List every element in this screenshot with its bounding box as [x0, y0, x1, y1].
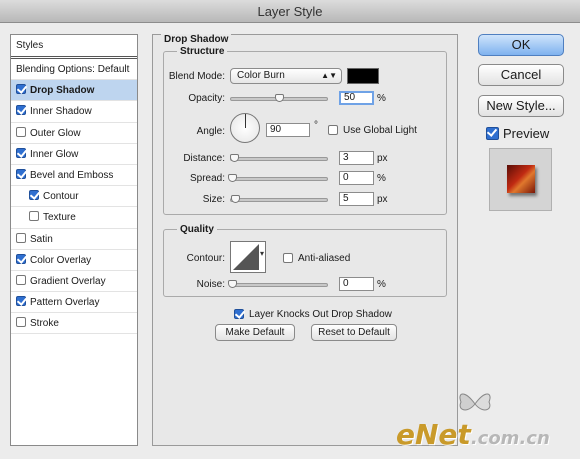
sidebar-item-label: Inner Shadow — [30, 106, 92, 118]
watermark-brand: eNet — [396, 418, 471, 451]
size-label: Size: — [202, 194, 225, 205]
panel-title: Drop Shadow — [161, 34, 232, 45]
sidebar-item-checkbox[interactable] — [16, 317, 26, 328]
sidebar-item-styles[interactable]: Styles — [11, 35, 137, 59]
size-unit: px — [377, 194, 388, 205]
spread-slider[interactable] — [230, 177, 328, 181]
cancel-button[interactable]: Cancel — [478, 64, 564, 86]
blend-mode-value: Color Burn — [237, 70, 285, 81]
preview-checkbox[interactable] — [486, 127, 499, 140]
distance-label: Distance: — [183, 153, 225, 164]
sidebar-item-label: Bevel and Emboss — [30, 169, 114, 181]
blend-mode-select[interactable]: Color Burn ▲▼ — [230, 68, 342, 84]
sidebar-item-checkbox[interactable] — [16, 232, 26, 243]
new-style-button[interactable]: New Style... — [478, 95, 564, 117]
contour-curve-icon: ▾ — [233, 244, 264, 270]
window-title: Layer Style — [0, 0, 580, 23]
ok-button[interactable]: OK — [478, 34, 564, 56]
quality-title: Quality — [177, 224, 217, 235]
sidebar-item-outer-glow[interactable]: Outer Glow — [11, 123, 137, 144]
sidebar-item-drop-shadow[interactable]: Drop Shadow — [11, 80, 137, 102]
size-input[interactable]: 5 — [339, 192, 374, 206]
sidebar-item-label: Styles — [16, 40, 44, 51]
sidebar-item-pattern-overlay[interactable]: Pattern Overlay — [11, 292, 137, 314]
angle-dial[interactable] — [230, 113, 260, 143]
sidebar-item-bevel-and-emboss[interactable]: Bevel and Emboss — [11, 165, 137, 187]
opacity-input[interactable]: 50 — [339, 91, 374, 105]
drop-shadow-panel: Drop Shadow Structure Blend Mode: Color … — [152, 34, 458, 446]
contour-label: Contour: — [186, 253, 225, 264]
size-slider[interactable] — [230, 198, 328, 202]
sidebar-item-label: Satin — [30, 233, 53, 245]
sidebar-item-checkbox[interactable] — [16, 105, 26, 116]
spread-unit: % — [377, 173, 386, 184]
enet-watermark: eNet.com.cn — [396, 418, 550, 451]
sidebar-item-label: Contour — [43, 191, 79, 203]
sidebar-item-texture[interactable]: Texture — [11, 207, 137, 229]
angle-input[interactable]: 90 — [266, 123, 310, 137]
sidebar-item-checkbox[interactable] — [16, 296, 26, 307]
sidebar-item-color-overlay[interactable]: Color Overlay — [11, 250, 137, 271]
sidebar-item-inner-glow[interactable]: Inner Glow — [11, 144, 137, 165]
distance-unit: px — [377, 153, 388, 164]
use-global-light-label: Use Global Light — [343, 125, 417, 136]
sidebar-item-checkbox[interactable] — [16, 168, 26, 179]
spread-label: Spread: — [189, 173, 225, 184]
use-global-light-checkbox[interactable] — [328, 125, 338, 135]
spread-input[interactable]: 0 — [339, 171, 374, 185]
styles-list: Styles Blending Options: Default Drop Shad… — [10, 34, 138, 446]
make-default-button[interactable]: Make Default — [215, 324, 295, 341]
noise-slider[interactable] — [230, 283, 328, 287]
sidebar-item-label: Texture — [43, 212, 76, 224]
sidebar-item-contour[interactable]: Contour — [11, 186, 137, 208]
reset-to-default-button[interactable]: Reset to Default — [311, 324, 397, 341]
sidebar-item-label: Color Overlay — [30, 254, 92, 266]
watermark-domain: .com.cn — [470, 428, 550, 449]
noise-label: Noise: — [196, 279, 225, 290]
preview-swatch — [507, 165, 535, 193]
sidebar-item-satin[interactable]: Satin — [11, 229, 137, 250]
select-arrows-icon: ▲▼ — [321, 71, 337, 80]
opacity-label: Opacity: — [188, 93, 225, 104]
sidebar-item-label: Blending Options: Default — [16, 64, 130, 75]
sidebar-item-checkbox[interactable] — [29, 190, 39, 201]
sidebar-item-checkbox[interactable] — [29, 211, 39, 222]
sidebar-item-label: Inner Glow — [30, 148, 79, 160]
sidebar-item-label: Stroke — [30, 318, 59, 330]
anti-aliased-label: Anti-aliased — [298, 253, 351, 264]
shadow-color-swatch[interactable] — [347, 68, 379, 84]
sidebar-item-blending-options-default[interactable]: Blending Options: Default — [11, 59, 137, 81]
layer-knocks-out-checkbox[interactable] — [234, 309, 244, 319]
blend-mode-label: Blend Mode: — [168, 71, 225, 82]
angle-unit: ° — [314, 120, 318, 131]
opacity-unit: % — [377, 93, 386, 104]
sidebar-item-checkbox[interactable] — [16, 253, 26, 264]
sidebar-item-label: Gradient Overlay — [30, 275, 106, 287]
distance-slider[interactable] — [230, 157, 328, 161]
preview-label: Preview — [503, 126, 550, 141]
sidebar-item-checkbox[interactable] — [16, 84, 26, 95]
angle-label: Angle: — [196, 126, 225, 137]
sidebar-item-label: Pattern Overlay — [30, 297, 100, 309]
sidebar-item-stroke[interactable]: Stroke — [11, 313, 137, 335]
sidebar-item-label: Outer Glow — [30, 127, 81, 139]
noise-unit: % — [377, 279, 386, 290]
structure-title: Structure — [177, 46, 228, 57]
layer-knocks-out-label: Layer Knocks Out Drop Shadow — [249, 309, 392, 320]
distance-input[interactable]: 3 — [339, 151, 374, 165]
preview-thumbnail — [489, 148, 552, 211]
svg-text:▾: ▾ — [260, 249, 264, 258]
sidebar-item-label: Drop Shadow — [30, 85, 95, 97]
noise-input[interactable]: 0 — [339, 277, 374, 291]
sidebar-item-inner-shadow[interactable]: Inner Shadow — [11, 101, 137, 123]
anti-aliased-checkbox[interactable] — [283, 253, 293, 263]
sidebar-item-checkbox[interactable] — [16, 147, 26, 158]
sidebar-item-checkbox[interactable] — [16, 126, 26, 137]
butterfly-logo-icon — [459, 393, 491, 411]
sidebar-item-gradient-overlay[interactable]: Gradient Overlay — [11, 271, 137, 293]
sidebar-item-checkbox[interactable] — [16, 274, 26, 285]
contour-picker[interactable]: ▾ — [230, 241, 266, 273]
